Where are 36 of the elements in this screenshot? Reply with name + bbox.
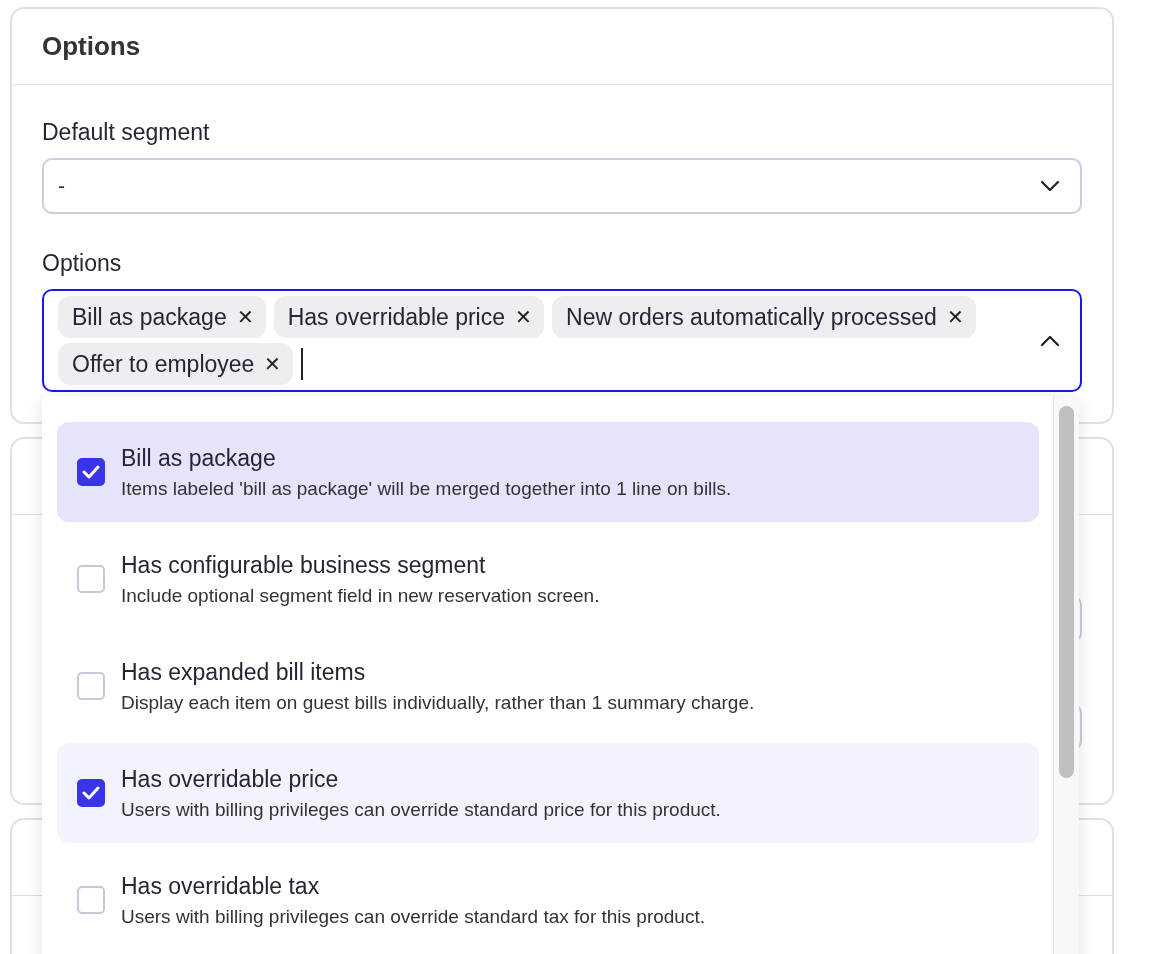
option-description: Items labeled 'bill as package' will be merged together into 1 line on bills.: [121, 477, 732, 500]
remove-button[interactable]: ✕: [946, 305, 964, 329]
option-item[interactable]: Has configurable business segment Include optional segment field in new reservation screen.: [57, 529, 1039, 629]
option-title: Bill as package: [121, 444, 277, 472]
option-description: Display each item on guest bills individually, rather than 1 summary charge.: [121, 691, 755, 714]
option-description: Include optional segment field in new reservation screen.: [121, 584, 600, 607]
chevron-icon: [1040, 334, 1060, 347]
option-description: Users with billing privileges can override standard tax for this product.: [121, 905, 705, 928]
card-title: Options: [42, 31, 141, 62]
field-label: Options: [42, 250, 123, 277]
option-description: Users with billing privileges can override standard price for this product.: [121, 798, 721, 821]
option-title: Has configurable business segment: [121, 551, 487, 579]
chevron-icon: [1040, 180, 1060, 192]
option-title: Has overridable tax: [121, 872, 321, 900]
option-title: Has expanded bill items: [121, 658, 367, 686]
chip-label: New orders automatically processed: [566, 303, 937, 331]
scrollbar-thumb[interactable]: [1059, 406, 1074, 778]
remove-button[interactable]: ✕: [236, 305, 254, 329]
field-label: Default segment: [42, 119, 211, 146]
check-icon: [82, 465, 100, 479]
option-item[interactable]: Bill as package Items labeled 'bill as package' will be merged together into 1 line on bills.: [57, 422, 1039, 522]
text-cursor: [301, 348, 304, 380]
remove-button[interactable]: ✕: [264, 352, 282, 376]
option-item[interactable]: Has overridable tax Users with billing privileges can override standard tax for this product.: [57, 850, 1039, 950]
option-item[interactable]: Has overridable price Users with billing privileges can override standard price for this product.: [57, 743, 1039, 843]
checkbox[interactable]: [77, 458, 105, 486]
check-icon: [82, 786, 100, 800]
select-field[interactable]: -: [42, 158, 1082, 214]
option-title: Has overridable price: [121, 765, 340, 793]
chip-label: Bill as package: [72, 303, 227, 331]
chip-label: Has overridable price: [287, 303, 506, 331]
option-item[interactable]: Has expanded bill items Display each item on guest bills individually, rather than 1 summary charge.: [57, 636, 1039, 736]
remove-button[interactable]: ✕: [515, 305, 533, 329]
chip-label: Offer to employee: [72, 350, 255, 378]
checkbox[interactable]: [77, 779, 105, 807]
multi-select-field[interactable]: Bill as package ✕ Has overridable price ✕ New orders automatically processed ✕ Offer to employee ✕: [42, 289, 1082, 392]
